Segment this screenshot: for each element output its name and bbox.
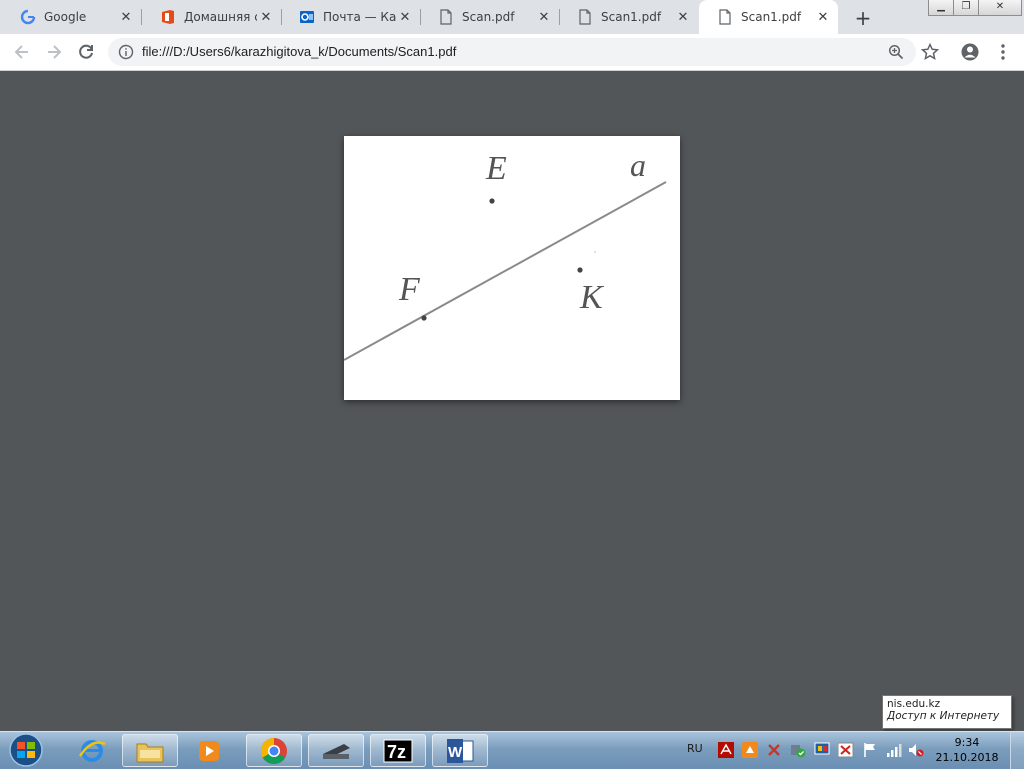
point-k-dot (577, 267, 583, 273)
speck (594, 251, 596, 253)
reload-icon[interactable] (76, 42, 96, 62)
tooltip-title: nis.edu.kz (887, 698, 941, 710)
window-close-button[interactable]: ✕ (978, 0, 1022, 16)
close-icon[interactable]: ✕ (396, 10, 414, 25)
tab-title: Домашняя стр (184, 10, 257, 24)
media-player-icon (199, 740, 219, 761)
label-k: K (579, 279, 605, 316)
network-warning-icon[interactable] (838, 742, 854, 758)
back-icon[interactable] (12, 42, 32, 62)
close-icon[interactable]: ✕ (117, 10, 135, 25)
pdf-page: E F K a (343, 136, 680, 400)
7zip-icon: 7z (383, 739, 413, 762)
tab-title: Scan1.pdf (741, 10, 802, 24)
network-tooltip: nis.edu.kz Доступ к Интернету (882, 695, 1012, 729)
document-icon (719, 9, 731, 25)
url-text[interactable]: file:///D:/Users6/karazhigitova_k/Docume… (142, 44, 456, 59)
tab-title: Google (44, 10, 87, 24)
clock-time: 9:34 (954, 736, 980, 749)
tab-title: Почта — Кара (323, 10, 396, 24)
tab-office-home[interactable]: Домашняя стр ✕ (142, 0, 281, 34)
update-icon[interactable] (742, 742, 758, 758)
tab-scan-pdf[interactable]: Scan.pdf ✕ (420, 0, 559, 34)
volume-muted-icon[interactable] (908, 742, 924, 758)
show-desktop-button[interactable] (1010, 732, 1024, 769)
action-center-flag-icon[interactable] (862, 742, 878, 758)
close-icon[interactable]: ✕ (674, 10, 692, 25)
tab-mail[interactable]: Почта — Кара ✕ (281, 0, 420, 34)
internet-explorer-icon (78, 739, 106, 762)
svg-text:7z: 7z (387, 742, 406, 762)
tooltip-subtitle: Доступ к Интернету (887, 710, 1000, 722)
close-icon[interactable]: ✕ (814, 10, 832, 25)
pdf-viewer[interactable]: E F K a (0, 71, 1024, 731)
outlook-icon (300, 11, 314, 23)
google-icon (20, 9, 36, 25)
system-clock[interactable]: 9:34 21.10.2018 (934, 735, 1000, 765)
close-icon[interactable]: ✕ (535, 10, 553, 25)
account-icon[interactable] (960, 42, 980, 62)
taskbar-word[interactable]: W (432, 734, 488, 767)
bookmark-star-icon[interactable] (920, 42, 940, 62)
language-indicator[interactable]: RU (687, 742, 703, 755)
point-e-dot (489, 198, 495, 204)
label-e: E (485, 150, 507, 187)
tab-scan1-pdf-active[interactable]: Scan1.pdf ✕ (699, 0, 838, 34)
taskbar-scanner[interactable] (308, 734, 364, 767)
network-signal-icon[interactable] (886, 742, 902, 758)
maximize-button[interactable]: ❐ (953, 0, 979, 16)
point-f-dot (421, 315, 427, 321)
acrobat-icon[interactable] (718, 742, 734, 758)
security-icon[interactable] (790, 742, 806, 758)
address-bar[interactable]: file:///D:/Users6/karazhigitova_k/Docume… (108, 38, 916, 66)
tab-title: Scan1.pdf (601, 10, 662, 24)
menu-icon[interactable] (993, 42, 1013, 62)
start-button[interactable] (6, 732, 46, 768)
office-icon (162, 10, 174, 24)
taskbar-explorer[interactable] (122, 734, 178, 767)
tab-strip: Google ✕ Домашняя стр ✕ Почта — Кара ✕ S… (0, 0, 1024, 34)
zoom-icon[interactable] (888, 44, 904, 60)
tab-title: Scan.pdf (462, 10, 515, 24)
browser-toolbar: file:///D:/Users6/karazhigitova_k/Docume… (0, 34, 1024, 71)
tab-scan1-pdf[interactable]: Scan1.pdf ✕ (559, 0, 698, 34)
line-a (343, 181, 667, 361)
taskbar-chrome[interactable] (246, 734, 302, 767)
label-f: F (398, 271, 421, 308)
scanner-icon (323, 743, 350, 759)
taskbar: 7z W RU 9:34 21.10.2018 (0, 731, 1024, 769)
minimize-button[interactable]: ▁ (928, 0, 954, 16)
document-icon (440, 9, 452, 25)
close-icon[interactable]: ✕ (257, 10, 275, 25)
taskbar-ie[interactable] (64, 734, 120, 767)
info-icon[interactable] (118, 44, 134, 60)
geometry-figure: E F K a (343, 147, 667, 361)
folder-icon (136, 743, 164, 762)
tools-icon[interactable] (766, 742, 782, 758)
new-tab-button[interactable]: + (852, 6, 874, 30)
monitor-icon[interactable] (814, 742, 830, 758)
clock-date: 21.10.2018 (935, 751, 999, 764)
label-a: a (630, 147, 646, 183)
word-icon: W (447, 738, 474, 763)
forward-icon[interactable] (44, 42, 64, 62)
chrome-icon (260, 737, 287, 764)
tab-google[interactable]: Google ✕ (2, 0, 141, 34)
taskbar-media-player[interactable] (182, 734, 238, 767)
document-icon (579, 9, 591, 25)
svg-text:W: W (448, 744, 463, 761)
taskbar-7zip[interactable]: 7z (370, 734, 426, 767)
